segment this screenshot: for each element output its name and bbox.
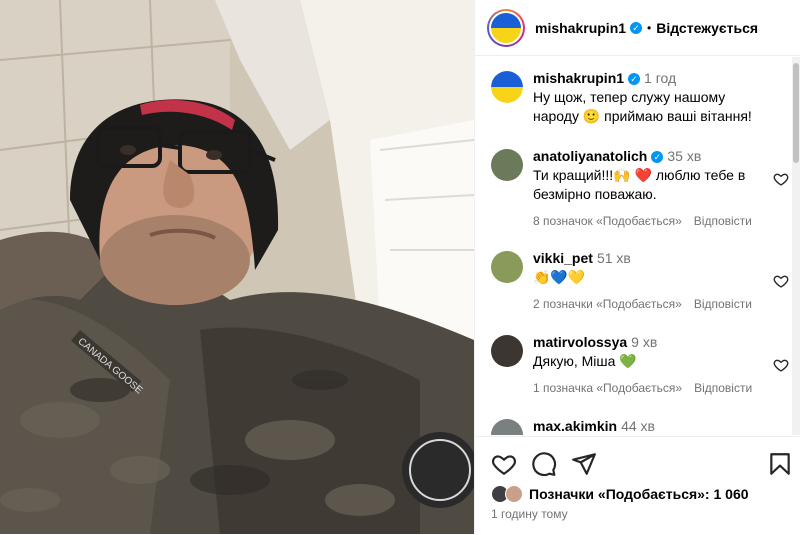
comments-list[interactable]: mishakrupin1 ✓ 1 год Ну щож, тепер служу н… [475, 57, 800, 435]
commenter-avatar[interactable] [491, 149, 523, 181]
post-dialog: CANADA GOOSE mishakrupin1 ✓ • Відстежуєт… [0, 0, 800, 534]
share-icon[interactable] [571, 451, 597, 477]
liker-avatar [505, 485, 523, 503]
comment-text: Дякую, Міша 💚 [533, 353, 637, 369]
author-avatar[interactable] [487, 8, 525, 47]
likes-count[interactable]: Позначки «Подобається»: 1 060 [529, 486, 749, 502]
bookmark-icon[interactable] [767, 451, 793, 477]
reply-button[interactable]: Відповісти [694, 214, 752, 228]
comment-likes-count[interactable]: 8 позначок «Подобається» [533, 214, 682, 228]
comment-likes-count[interactable]: 1 позначка «Подобається» [533, 381, 682, 395]
comment-username[interactable]: max.akimkin [533, 418, 617, 434]
author-username[interactable]: mishakrupin1 [535, 20, 626, 36]
post-side-panel: mishakrupin1 ✓ • Відстежується mishakrup… [474, 0, 800, 534]
comment-time[interactable]: 9 хв [631, 334, 657, 350]
scrollbar-thumb[interactable] [793, 63, 799, 163]
caption-text: Ну щож, тепер служу нашому народу 🙂 прий… [533, 89, 752, 124]
ukraine-flag-avatar-icon [489, 10, 523, 45]
comment-like-heart-icon[interactable] [773, 171, 789, 187]
separator-dot: • [647, 20, 652, 35]
caption-avatar[interactable] [491, 71, 523, 103]
comments-scrollbar[interactable] [792, 57, 800, 435]
verified-badge-icon: ✓ [628, 73, 641, 86]
post-timestamp[interactable]: 1 годину тому [491, 507, 568, 521]
comment-like-heart-icon[interactable] [773, 357, 789, 373]
comment-text: 👏💙💛 [533, 269, 586, 285]
comment-icon[interactable] [531, 451, 557, 477]
reply-button[interactable]: Відповісти [694, 297, 752, 311]
commenter-avatar[interactable] [491, 419, 523, 435]
caption-username[interactable]: mishakrupin1 [533, 70, 624, 86]
commenter-avatar[interactable] [491, 251, 523, 283]
comment-text: Ти кращий!!!🙌 ❤️ люблю тебе в безмірно п… [533, 167, 746, 202]
caption-time[interactable]: 1 год [644, 70, 676, 86]
post-footer: Позначки «Подобається»: 1 060 1 годину т… [475, 436, 800, 535]
heart-icon[interactable] [491, 451, 517, 477]
reply-button[interactable]: Відповісти [694, 381, 752, 395]
post-header: mishakrupin1 ✓ • Відстежується [475, 0, 800, 56]
following-button[interactable]: Відстежується [656, 20, 758, 36]
comment-username[interactable]: anatoliyanatolich [533, 148, 647, 164]
comment-time[interactable]: 35 хв [667, 148, 701, 164]
comment-username[interactable]: matirvolossya [533, 334, 627, 350]
verified-badge-icon: ✓ [651, 151, 664, 164]
comment-username[interactable]: vikki_pet [533, 250, 593, 266]
comment-time[interactable]: 44 хв [621, 418, 655, 434]
commenter-avatar[interactable] [491, 335, 523, 367]
post-photo[interactable]: CANADA GOOSE [0, 0, 474, 534]
selfie-image: CANADA GOOSE [0, 0, 474, 534]
comment-likes-count[interactable]: 2 позначки «Подобається» [533, 297, 682, 311]
action-bar [491, 451, 791, 477]
ukraine-flag-avatar-icon [491, 71, 523, 103]
comment-time[interactable]: 51 хв [597, 250, 631, 266]
comment-like-heart-icon[interactable] [773, 273, 789, 289]
likes-summary[interactable]: Позначки «Подобається»: 1 060 [491, 485, 749, 503]
verified-badge-icon: ✓ [630, 21, 643, 34]
